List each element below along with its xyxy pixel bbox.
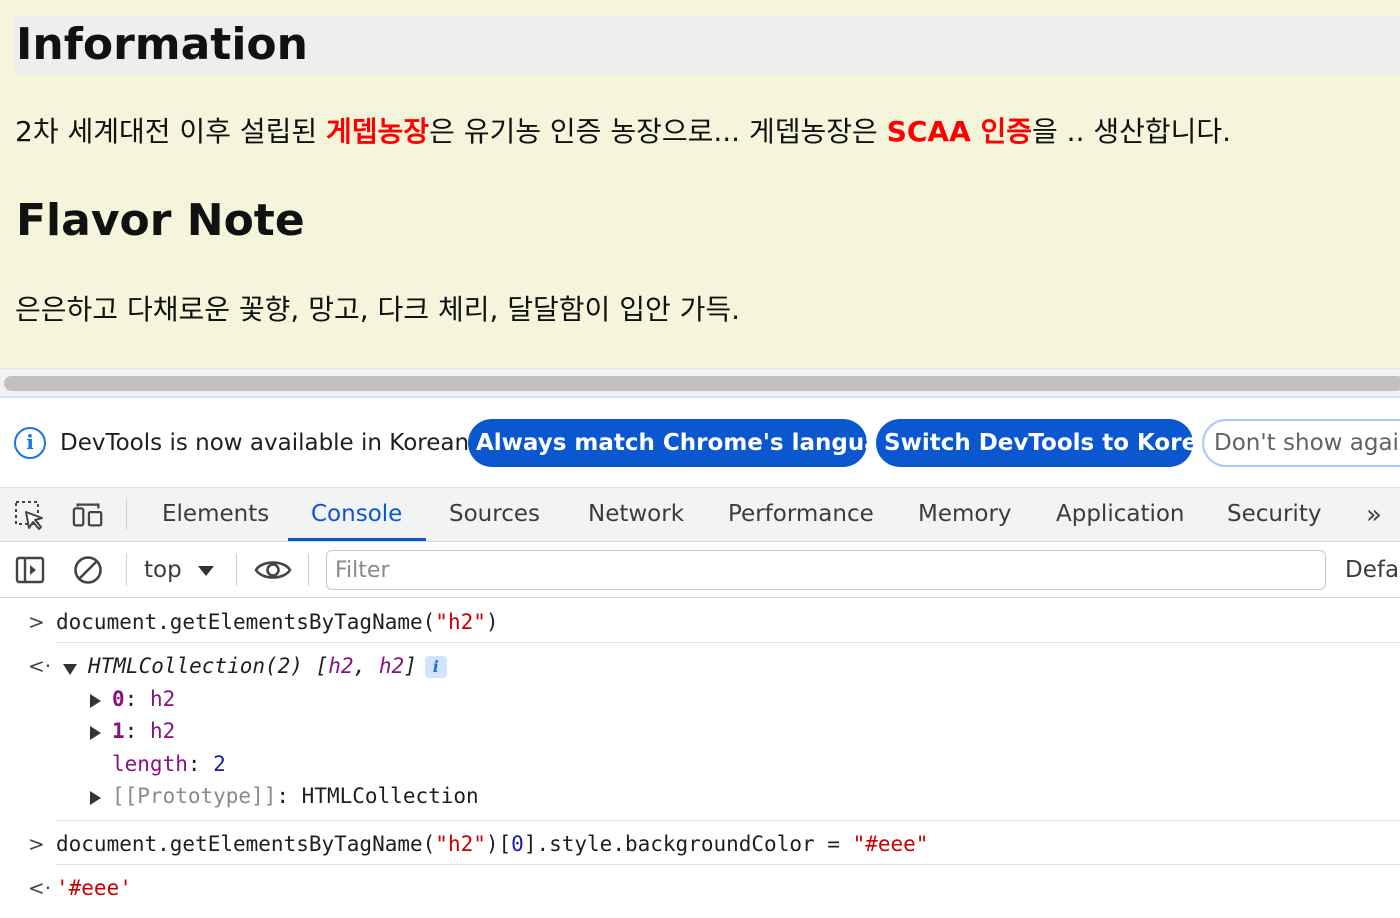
info-text-3: 을 .. 생산합니다. bbox=[1032, 115, 1232, 148]
scrollbar-thumb[interactable] bbox=[4, 376, 1400, 391]
input-prompt-icon: > bbox=[28, 832, 45, 856]
toolbar-separator bbox=[236, 554, 237, 586]
collection-summary: HTMLCollection(2) [h2, h2] i bbox=[88, 654, 447, 678]
row-separator bbox=[56, 642, 1400, 643]
entry-value: h2 bbox=[149, 719, 176, 743]
command-value: "#eee" bbox=[852, 832, 929, 856]
always-match-language-button[interactable]: Always match Chrome's language bbox=[468, 419, 912, 467]
tree-entry-row[interactable]: 1: h2 bbox=[0, 718, 1400, 750]
info-text-2: 은 유기농 인증 농장으로... 게뎁농장은 bbox=[429, 115, 887, 148]
expand-triangle-icon[interactable] bbox=[90, 726, 101, 740]
command-fn: document.getElementsByTagName( bbox=[56, 832, 436, 856]
entry-key: 1 bbox=[112, 719, 125, 743]
console-output: > document.getElementsByTagName("h2") <·… bbox=[0, 598, 1400, 918]
devtools-panel: i DevTools is now available in Korean! A… bbox=[0, 396, 1400, 918]
horizontal-scrollbar[interactable] bbox=[0, 368, 1400, 396]
active-tab-indicator bbox=[288, 538, 426, 541]
console-toolbar: top Default levels bbox=[0, 542, 1400, 598]
sidebar-toggle-icon[interactable] bbox=[14, 554, 46, 586]
tree-entry-row[interactable]: [[Prototype]]: HTMLCollection bbox=[0, 783, 1400, 815]
device-toolbar-icon[interactable] bbox=[72, 500, 104, 530]
prototype-key: [[Prototype]] bbox=[112, 784, 277, 808]
live-expression-eye-icon[interactable] bbox=[254, 554, 292, 586]
tab-network[interactable]: Network bbox=[588, 488, 684, 542]
heading-flavor-note: Flavor Note bbox=[16, 195, 305, 246]
clear-console-icon[interactable] bbox=[72, 554, 104, 586]
dont-show-again-button[interactable]: Don't show again bbox=[1202, 419, 1400, 467]
tab-elements[interactable]: Elements bbox=[162, 488, 269, 542]
tree-entry-row: length: 2 bbox=[0, 751, 1400, 783]
context-selector[interactable]: top bbox=[144, 552, 182, 588]
result-value: '#eee' bbox=[56, 876, 132, 900]
result-prompt-icon: <· bbox=[28, 654, 52, 678]
length-value: 2 bbox=[213, 752, 226, 776]
tab-memory[interactable]: Memory bbox=[918, 488, 1012, 542]
entry-value: h2 bbox=[149, 687, 176, 711]
command-index: 0 bbox=[511, 832, 524, 856]
tab-sources[interactable]: Sources bbox=[449, 488, 540, 542]
input-prompt-icon: > bbox=[28, 610, 45, 634]
page-viewport: Information 2차 세계대전 이후 설립된 게뎁농장은 유기농 인증 … bbox=[0, 0, 1400, 368]
console-input-row: > document.getElementsByTagName("h2") bbox=[0, 608, 1400, 640]
console-result-row: <· '#eee' bbox=[0, 874, 1400, 906]
result-prompt-icon: <· bbox=[28, 876, 52, 900]
tabbar-separator bbox=[126, 500, 127, 530]
length-key: length bbox=[112, 752, 188, 776]
expand-triangle-icon[interactable] bbox=[90, 694, 101, 708]
heading-information: Information bbox=[14, 16, 1400, 74]
filter-input[interactable] bbox=[326, 550, 1326, 590]
inspect-element-icon[interactable] bbox=[14, 500, 46, 530]
command-close: ) bbox=[485, 610, 499, 634]
language-infobar: i DevTools is now available in Korean! A… bbox=[0, 398, 1400, 488]
command-text: document.getElementsByTagName("h2") bbox=[56, 610, 499, 634]
expand-triangle-icon[interactable] bbox=[63, 664, 77, 675]
infobar-message: DevTools is now available in Korean! bbox=[60, 430, 479, 456]
highlight-farm: 게뎁농장 bbox=[326, 115, 430, 148]
log-levels-dropdown[interactable]: Default levels bbox=[1345, 552, 1400, 588]
more-tabs-chevron-icon[interactable]: » bbox=[1366, 500, 1382, 530]
toolbar-separator bbox=[308, 554, 309, 586]
command-mid: )[ bbox=[485, 832, 512, 856]
info-icon: i bbox=[14, 427, 46, 459]
info-paragraph: 2차 세계대전 이후 설립된 게뎁농장은 유기농 인증 농장으로... 게뎁농장… bbox=[15, 112, 1231, 152]
devtools-tabbar: Elements Console Sources Network Perform… bbox=[0, 488, 1400, 542]
tab-application[interactable]: Application bbox=[1056, 488, 1185, 542]
tab-console[interactable]: Console bbox=[311, 488, 402, 542]
row-separator bbox=[56, 820, 1400, 821]
length-text: length: 2 bbox=[112, 752, 226, 776]
entry-text: 0: h2 bbox=[112, 687, 176, 711]
highlight-scaa: SCAA 인증 bbox=[886, 115, 1033, 148]
collection-comma: , bbox=[353, 654, 379, 678]
command-rest: ].style.backgroundColor = bbox=[523, 832, 853, 856]
command-arg: "h2" bbox=[435, 610, 486, 634]
entry-key: 0 bbox=[112, 687, 125, 711]
console-input-row: > document.getElementsByTagName("h2")[0]… bbox=[0, 830, 1400, 862]
info-text-1: 2차 세계대전 이후 설립된 bbox=[15, 115, 327, 148]
switch-to-korean-button[interactable]: Switch DevTools to Korean bbox=[876, 419, 1229, 467]
expand-triangle-icon[interactable] bbox=[90, 791, 101, 805]
collection-label: HTMLCollection(2) bbox=[88, 654, 303, 678]
prototype-value: HTMLCollection bbox=[301, 784, 479, 808]
entry-text: 1: h2 bbox=[112, 719, 176, 743]
console-result-row[interactable]: <· HTMLCollection(2) [h2, h2] i bbox=[0, 652, 1400, 686]
command-text: document.getElementsByTagName("h2")[0].s… bbox=[56, 832, 928, 856]
row-separator bbox=[56, 864, 1400, 865]
collection-item-a: h2 bbox=[328, 654, 354, 678]
prototype-text: [[Prototype]]: HTMLCollection bbox=[112, 784, 479, 808]
tree-entry-row[interactable]: 0: h2 bbox=[0, 686, 1400, 718]
flavor-paragraph: 은은하고 다채로운 꽃향, 망고, 다크 체리, 달달함이 입안 가득. bbox=[15, 293, 741, 326]
collection-preview-open: [ bbox=[302, 654, 329, 678]
tab-security[interactable]: Security bbox=[1227, 488, 1321, 542]
chevron-down-icon[interactable] bbox=[198, 566, 214, 576]
command-fn: document.getElementsByTagName( bbox=[56, 610, 436, 634]
toolbar-separator bbox=[126, 554, 127, 586]
info-badge-icon[interactable]: i bbox=[424, 656, 447, 678]
command-arg: "h2" bbox=[435, 832, 486, 856]
tab-performance[interactable]: Performance bbox=[728, 488, 874, 542]
collection-item-b: h2 bbox=[378, 654, 405, 678]
collection-preview-close: ] bbox=[404, 654, 417, 678]
